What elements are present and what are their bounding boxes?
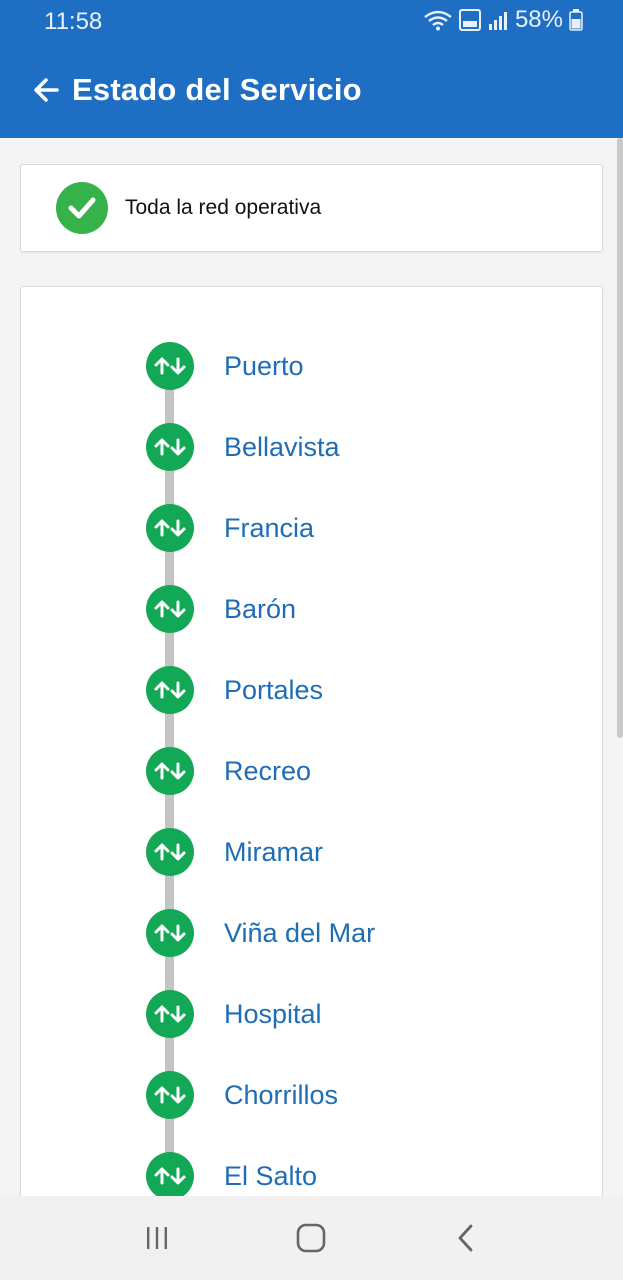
- station-item[interactable]: Chorrillos: [146, 1071, 338, 1119]
- station-item[interactable]: El Salto: [146, 1152, 317, 1196]
- up-down-arrows-icon: [146, 666, 194, 714]
- station-name[interactable]: Puerto: [224, 351, 304, 382]
- station-name[interactable]: Viña del Mar: [224, 918, 375, 949]
- station-item[interactable]: Francia: [146, 504, 314, 552]
- station-item[interactable]: Barón: [146, 585, 296, 633]
- system-nav-bar: [0, 1196, 623, 1280]
- status-icons: 58%: [423, 6, 583, 34]
- scrollbar[interactable]: [617, 138, 623, 738]
- station-name[interactable]: Miramar: [224, 837, 323, 868]
- wifi-icon: [423, 9, 453, 31]
- station-item[interactable]: Recreo: [146, 747, 311, 795]
- volte-4g-icon: [458, 9, 481, 31]
- up-down-arrows-icon: [146, 423, 194, 471]
- station-name[interactable]: Bellavista: [224, 432, 340, 463]
- up-down-arrows-icon: [146, 1152, 194, 1196]
- status-time: 11:58: [44, 8, 103, 35]
- station-item[interactable]: Portales: [146, 666, 323, 714]
- battery-percentage: 58%: [514, 6, 563, 33]
- station-item[interactable]: Miramar: [146, 828, 323, 876]
- up-down-arrows-icon: [146, 828, 194, 876]
- home-icon[interactable]: [281, 1208, 341, 1268]
- stations-card: Puerto Bellavista Francia Barón Portales Recr…: [20, 286, 603, 1196]
- signal-icon: [487, 9, 509, 31]
- back-arrow-icon[interactable]: [30, 70, 62, 110]
- up-down-arrows-icon: [146, 504, 194, 552]
- station-name[interactable]: Francia: [224, 513, 314, 544]
- station-name[interactable]: Hospital: [224, 999, 322, 1030]
- back-icon[interactable]: [436, 1208, 496, 1268]
- network-status-text: Toda la red operativa: [125, 196, 322, 219]
- content[interactable]: Toda la red operativa Puerto Bellavista Fr…: [0, 138, 623, 1196]
- up-down-arrows-icon: [146, 990, 194, 1038]
- up-down-arrows-icon: [146, 747, 194, 795]
- title-row: Estado del Servicio: [30, 70, 362, 110]
- check-icon: [56, 182, 108, 234]
- station-item[interactable]: Bellavista: [146, 423, 340, 471]
- station-item[interactable]: Hospital: [146, 990, 322, 1038]
- battery-icon: [569, 9, 583, 31]
- up-down-arrows-icon: [146, 585, 194, 633]
- station-name[interactable]: Barón: [224, 594, 296, 625]
- station-name[interactable]: Recreo: [224, 756, 311, 787]
- station-name[interactable]: Portales: [224, 675, 323, 706]
- up-down-arrows-icon: [146, 1071, 194, 1119]
- station-item[interactable]: Viña del Mar: [146, 909, 375, 957]
- recents-icon[interactable]: [127, 1208, 187, 1268]
- app-bar: 11:58 58% Estado del Servicio: [0, 0, 623, 138]
- network-status-card: Toda la red operativa: [20, 164, 603, 252]
- station-name[interactable]: El Salto: [224, 1161, 317, 1192]
- station-name[interactable]: Chorrillos: [224, 1080, 338, 1111]
- up-down-arrows-icon: [146, 342, 194, 390]
- page-title: Estado del Servicio: [72, 72, 362, 107]
- station-item[interactable]: Puerto: [146, 342, 304, 390]
- up-down-arrows-icon: [146, 909, 194, 957]
